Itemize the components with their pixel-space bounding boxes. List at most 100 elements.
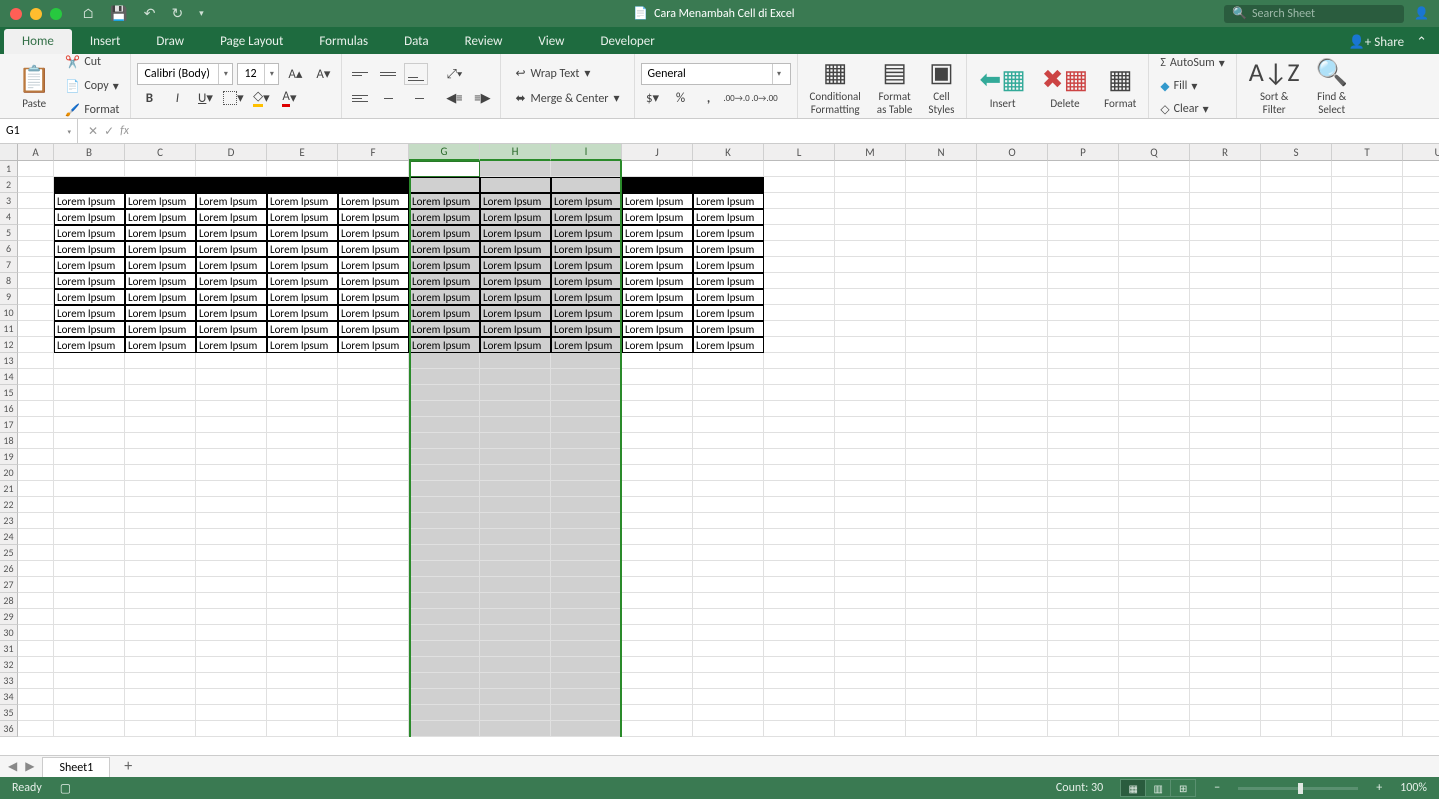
cell-R19[interactable] bbox=[1190, 449, 1261, 465]
cell-E2[interactable] bbox=[267, 177, 338, 193]
cell-F28[interactable] bbox=[338, 593, 409, 609]
cell-L9[interactable] bbox=[764, 289, 835, 305]
cell-D4[interactable]: Lorem Ipsum bbox=[196, 209, 267, 225]
cell-K34[interactable] bbox=[693, 689, 764, 705]
cell-U12[interactable] bbox=[1403, 337, 1439, 353]
cell-R7[interactable] bbox=[1190, 257, 1261, 273]
cell-E14[interactable] bbox=[267, 369, 338, 385]
cell-D17[interactable] bbox=[196, 417, 267, 433]
cell-N30[interactable] bbox=[906, 625, 977, 641]
cell-M25[interactable] bbox=[835, 545, 906, 561]
cell-I30[interactable] bbox=[551, 625, 622, 641]
cell-H13[interactable] bbox=[480, 353, 551, 369]
row-header-29[interactable]: 29 bbox=[0, 609, 18, 625]
cell-P15[interactable] bbox=[1048, 385, 1119, 401]
cell-K36[interactable] bbox=[693, 721, 764, 737]
cell-G8[interactable]: Lorem Ipsum bbox=[409, 273, 480, 289]
cell-J8[interactable]: Lorem Ipsum bbox=[622, 273, 693, 289]
cell-S2[interactable] bbox=[1261, 177, 1332, 193]
cell-L13[interactable] bbox=[764, 353, 835, 369]
cell-D24[interactable] bbox=[196, 529, 267, 545]
cell-H35[interactable] bbox=[480, 705, 551, 721]
cell-P4[interactable] bbox=[1048, 209, 1119, 225]
cell-C8[interactable]: Lorem Ipsum bbox=[125, 273, 196, 289]
cell-H23[interactable] bbox=[480, 513, 551, 529]
cell-I29[interactable] bbox=[551, 609, 622, 625]
cell-F20[interactable] bbox=[338, 465, 409, 481]
cell-K1[interactable] bbox=[693, 161, 764, 177]
cell-H9[interactable]: Lorem Ipsum bbox=[480, 289, 551, 305]
cell-T32[interactable] bbox=[1332, 657, 1403, 673]
page-layout-view-icon[interactable]: ▥ bbox=[1145, 779, 1171, 797]
cell-U17[interactable] bbox=[1403, 417, 1439, 433]
zoom-in-icon[interactable]: + bbox=[1376, 781, 1382, 795]
cell-A14[interactable] bbox=[18, 369, 54, 385]
underline-button[interactable]: U ▾ bbox=[193, 87, 217, 109]
cell-L27[interactable] bbox=[764, 577, 835, 593]
cell-I33[interactable] bbox=[551, 673, 622, 689]
cell-O24[interactable] bbox=[977, 529, 1048, 545]
cell-B13[interactable] bbox=[54, 353, 125, 369]
cell-C18[interactable] bbox=[125, 433, 196, 449]
cell-K31[interactable] bbox=[693, 641, 764, 657]
cell-C35[interactable] bbox=[125, 705, 196, 721]
redo-icon[interactable]: ↻ bbox=[171, 5, 183, 22]
cell-E15[interactable] bbox=[267, 385, 338, 401]
cell-S3[interactable] bbox=[1261, 193, 1332, 209]
font-size-combo[interactable]: ▾ bbox=[237, 63, 279, 85]
cell-T19[interactable] bbox=[1332, 449, 1403, 465]
cell-P5[interactable] bbox=[1048, 225, 1119, 241]
cell-N19[interactable] bbox=[906, 449, 977, 465]
cell-S36[interactable] bbox=[1261, 721, 1332, 737]
cell-P36[interactable] bbox=[1048, 721, 1119, 737]
cell-R23[interactable] bbox=[1190, 513, 1261, 529]
cell-O16[interactable] bbox=[977, 401, 1048, 417]
cell-T23[interactable] bbox=[1332, 513, 1403, 529]
row-header-8[interactable]: 8 bbox=[0, 273, 18, 289]
currency-icon[interactable]: $▾ bbox=[641, 87, 665, 109]
cell-A34[interactable] bbox=[18, 689, 54, 705]
cell-N2[interactable] bbox=[906, 177, 977, 193]
cell-S23[interactable] bbox=[1261, 513, 1332, 529]
row-header-21[interactable]: 21 bbox=[0, 481, 18, 497]
cell-L1[interactable] bbox=[764, 161, 835, 177]
cell-B21[interactable] bbox=[54, 481, 125, 497]
row-header-2[interactable]: 2 bbox=[0, 177, 18, 193]
cell-F4[interactable]: Lorem Ipsum bbox=[338, 209, 409, 225]
cell-E10[interactable]: Lorem Ipsum bbox=[267, 305, 338, 321]
conditional-formatting-button[interactable]: ▦Conditional Formatting bbox=[804, 52, 867, 120]
undo-icon[interactable]: ↶ bbox=[144, 5, 156, 22]
cell-O6[interactable] bbox=[977, 241, 1048, 257]
cell-C6[interactable]: Lorem Ipsum bbox=[125, 241, 196, 257]
cell-Q17[interactable] bbox=[1119, 417, 1190, 433]
cell-I32[interactable] bbox=[551, 657, 622, 673]
cell-N20[interactable] bbox=[906, 465, 977, 481]
cell-F1[interactable] bbox=[338, 161, 409, 177]
cell-E7[interactable]: Lorem Ipsum bbox=[267, 257, 338, 273]
cell-E22[interactable] bbox=[267, 497, 338, 513]
cell-O29[interactable] bbox=[977, 609, 1048, 625]
cell-J19[interactable] bbox=[622, 449, 693, 465]
cell-B28[interactable] bbox=[54, 593, 125, 609]
cell-D13[interactable] bbox=[196, 353, 267, 369]
cell-B9[interactable]: Lorem Ipsum bbox=[54, 289, 125, 305]
row-header-28[interactable]: 28 bbox=[0, 593, 18, 609]
cell-H31[interactable] bbox=[480, 641, 551, 657]
cell-N27[interactable] bbox=[906, 577, 977, 593]
cell-S27[interactable] bbox=[1261, 577, 1332, 593]
cell-A35[interactable] bbox=[18, 705, 54, 721]
cell-A27[interactable] bbox=[18, 577, 54, 593]
cell-G19[interactable] bbox=[409, 449, 480, 465]
cell-C11[interactable]: Lorem Ipsum bbox=[125, 321, 196, 337]
cell-K20[interactable] bbox=[693, 465, 764, 481]
orientation-icon[interactable]: ⤢▾ bbox=[442, 63, 466, 85]
cell-R12[interactable] bbox=[1190, 337, 1261, 353]
row-header-36[interactable]: 36 bbox=[0, 721, 18, 737]
cell-I25[interactable] bbox=[551, 545, 622, 561]
cell-U35[interactable] bbox=[1403, 705, 1439, 721]
cell-F12[interactable]: Lorem Ipsum bbox=[338, 337, 409, 353]
cell-Q24[interactable] bbox=[1119, 529, 1190, 545]
cell-T6[interactable] bbox=[1332, 241, 1403, 257]
cell-U31[interactable] bbox=[1403, 641, 1439, 657]
cell-C12[interactable]: Lorem Ipsum bbox=[125, 337, 196, 353]
